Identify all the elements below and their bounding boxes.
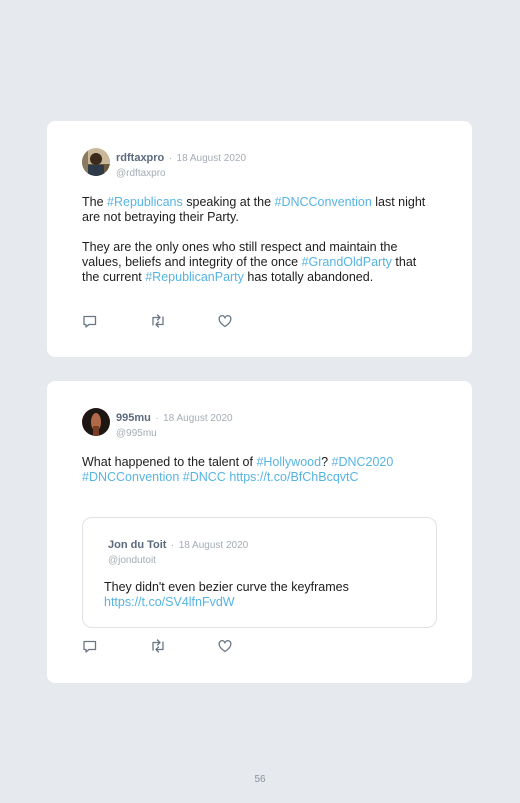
avatar[interactable] xyxy=(82,148,110,176)
hashtag-link[interactable]: #DNCConvention xyxy=(82,470,179,484)
tweet-link[interactable]: https://t.co/SV4lfnFvdW xyxy=(104,595,235,609)
hashtag-link[interactable]: #DNC2020 xyxy=(332,455,394,469)
like-icon[interactable] xyxy=(217,638,235,654)
hashtag-link[interactable]: #GrandOldParty xyxy=(302,255,392,269)
quoted-author-meta: Jon du Toit · 18 August 2020 @jondutoit xyxy=(108,535,248,566)
post-date: 18 August 2020 xyxy=(176,153,247,164)
tweet-text-segment: They didn't even bezier curve the keyfra… xyxy=(104,580,349,594)
tweet-text: What happened to the talent of #Hollywoo… xyxy=(82,455,432,485)
quoted-tweet-text: They didn't even bezier curve the keyfra… xyxy=(104,580,424,610)
tweet-paragraph: They are the only ones who still respect… xyxy=(82,240,432,285)
date-separator: · xyxy=(168,153,173,164)
hashtag-link[interactable]: #DNCConvention xyxy=(275,195,372,209)
tweet-text-segment: has totally abandoned. xyxy=(243,270,374,284)
hashtag-link[interactable]: #Hollywood xyxy=(256,455,321,469)
tweet-card: 995mu · 18 August 2020 @995mu What happe… xyxy=(47,381,472,683)
tweet-text-segment: speaking at the xyxy=(182,195,275,209)
quoted-author-handle[interactable]: @jondutoit xyxy=(108,555,248,566)
like-icon[interactable] xyxy=(217,313,235,329)
tweet-actions xyxy=(82,313,242,329)
date-separator: · xyxy=(155,413,159,424)
hashtag-link[interactable]: #RepublicanParty xyxy=(145,270,244,284)
tweet-actions xyxy=(82,638,242,654)
tweet-card: rdftaxpro · 18 August 2020 @rdftaxpro Th… xyxy=(47,121,472,357)
author-meta: 995mu · 18 August 2020 @995mu xyxy=(116,408,233,439)
author-meta: rdftaxpro · 18 August 2020 @rdftaxpro xyxy=(116,148,246,179)
reply-icon[interactable] xyxy=(82,313,100,329)
tweet-link[interactable]: https://t.co/BfChBcqvtC xyxy=(229,470,358,484)
quoted-post-date: 18 August 2020 xyxy=(178,540,249,551)
tweet-paragraph: The #Republicans speaking at the #DNCCon… xyxy=(82,195,432,225)
retweet-icon[interactable] xyxy=(149,638,167,654)
reply-icon[interactable] xyxy=(82,638,100,654)
author-handle[interactable]: @995mu xyxy=(116,428,233,439)
page-number: 56 xyxy=(254,774,266,785)
retweet-icon[interactable] xyxy=(149,313,167,329)
tweet-text-segment: The xyxy=(82,195,108,209)
tweet-paragraph: What happened to the talent of #Hollywoo… xyxy=(82,455,432,485)
date-separator: · xyxy=(170,540,175,551)
post-date: 18 August 2020 xyxy=(163,413,233,424)
tweet-text-segment: What happened to the talent of xyxy=(82,455,257,469)
hashtag-link[interactable]: #DNCC xyxy=(183,470,226,484)
author-handle[interactable]: @rdftaxpro xyxy=(116,168,246,179)
author-name[interactable]: 995mu xyxy=(116,412,151,424)
tweet-text-segment: ? xyxy=(321,455,332,469)
author-name[interactable]: rdftaxpro xyxy=(116,152,164,164)
quoted-author-name[interactable]: Jon du Toit xyxy=(108,539,166,551)
quoted-tweet[interactable]: Jon du Toit · 18 August 2020 @jondutoit … xyxy=(82,517,437,628)
tweet-text: The #Republicans speaking at the #DNCCon… xyxy=(82,195,432,285)
avatar[interactable] xyxy=(82,408,110,436)
hashtag-link[interactable]: #Republicans xyxy=(107,195,183,209)
tweet-paragraph: They didn't even bezier curve the keyfra… xyxy=(104,580,424,610)
